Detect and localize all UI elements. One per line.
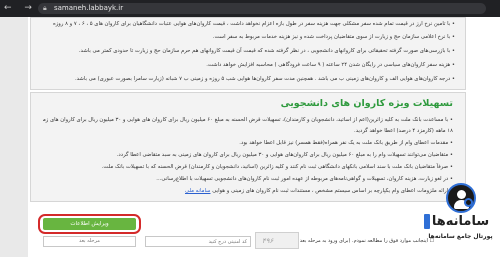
info-line: • با بازرسی‌های صورت گرفته تحقیقاتی برای… xyxy=(78,48,455,54)
facility-line: • متقاضیان می‌توانند تسهیلات وام را به م… xyxy=(116,152,453,158)
logo-title: سامانه‌ها xyxy=(431,214,490,229)
left-margin xyxy=(0,17,28,257)
facility-line: • با مساعدت بانک ملت به کلیه زائرین(اعم … xyxy=(43,117,453,123)
facility-line: ۱۸ ماهه (کارمزد ۴ درصد) اعطا خواهد گردید… xyxy=(354,128,453,134)
user-search-icon xyxy=(446,183,476,213)
captcha-input[interactable] xyxy=(145,236,251,247)
address-bar[interactable]: 🔒︎ samaneh.labbayk.ir xyxy=(38,3,486,14)
facilities-heading: تسهیلات ویژه کاروان های دانشجویی xyxy=(280,98,453,109)
portal-link[interactable]: سامانه ملی xyxy=(185,188,211,194)
agree-checkbox-label[interactable]: ☐ اینجانب موارد فوق را مطالعه نمودم. (بر… xyxy=(300,238,434,244)
logo-subtitle: پورتال جامع سامانه‌ها xyxy=(428,233,493,240)
facility-line: • در لغو زیارت، هزینه کاروان، تسهیلات و … xyxy=(156,176,453,182)
info-line: • با تامین نرخ ارز در قیمت تمام شده سفر … xyxy=(52,21,455,27)
facility-line: • صرفاً متقاضیان بانک ملت با سند اسلامی … xyxy=(101,164,453,170)
facility-line: • ارائه ملزومات اعطای وام یکپارچه بر اسا… xyxy=(43,187,453,196)
info-line: • درجه کاروان‌های هوایی الف و کاروان‌های… xyxy=(74,76,455,82)
site-logo: سامانه‌ها پورتال جامع سامانه‌ها xyxy=(421,183,500,257)
edit-info-button[interactable]: ویرایش اطلاعات xyxy=(43,218,136,230)
next-step-button[interactable]: مرحله بعد xyxy=(43,236,136,247)
info-card: • با تامین نرخ ارز در قیمت تمام شده سفر … xyxy=(30,17,466,90)
browser-bar: ← → ⟳ 🔒︎ samaneh.labbayk.ir xyxy=(0,0,500,17)
facility-line-text: • ارائه ملزومات اعطای وام یکپارچه بر اسا… xyxy=(212,188,453,194)
lock-icon: 🔒︎ xyxy=(43,4,47,12)
url-text: samaneh.labbayk.ir xyxy=(54,4,124,12)
info-line: • هزینه سفر کاروان‌های سیاسی در رایگان ش… xyxy=(206,62,455,68)
facilities-card: تسهیلات ویژه کاروان های دانشجویی • با مس… xyxy=(30,92,466,202)
captcha-image: ۴٩۶ xyxy=(255,232,299,249)
facility-line: • مقدمات اعطای وام از طریق بانک ملت به ی… xyxy=(239,140,453,146)
info-line: • با نرخ اعلامی سازمان حج و زیارت از سوی… xyxy=(212,34,455,40)
captcha-text: ۴٩۶ xyxy=(262,237,274,245)
